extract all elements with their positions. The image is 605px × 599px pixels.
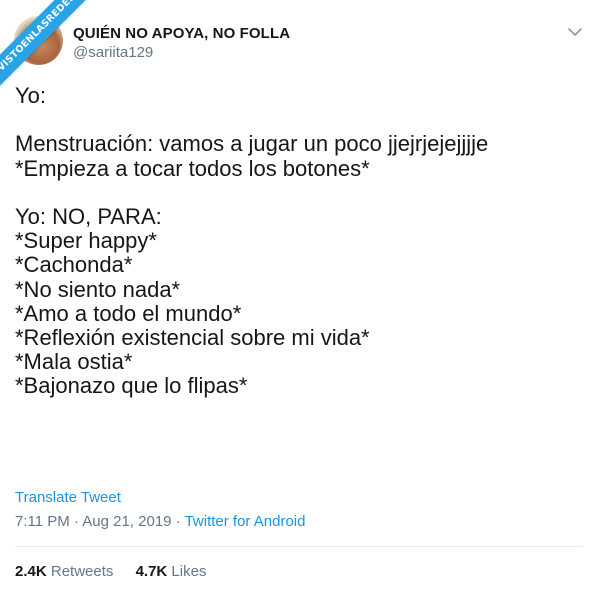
meta-separator: ·	[69, 513, 83, 530]
tweet-line: *Mala ostia*	[15, 349, 133, 375]
tweet-line	[15, 181, 585, 205]
retweets-label: Retweets	[50, 563, 114, 580]
divider	[15, 546, 583, 547]
tweet-text: Yo: Menstruación: vamos a jugar un poco …	[15, 83, 585, 399]
likes-label: Likes	[171, 563, 207, 580]
tweet-line: *Super happy*	[15, 228, 157, 254]
likes-stat[interactable]: 4.7K Likes	[136, 563, 207, 580]
tweet-line: Menstruación: vamos a jugar un poco jjej…	[15, 131, 489, 157]
retweets-count: 2.4K	[15, 563, 47, 580]
tweet-line: *Amo a todo el mundo*	[15, 300, 242, 326]
tweet-card: VISTOENLASREDES QUIÉN NO APOYA, NO FOLLA…	[0, 0, 605, 599]
translate-tweet-link[interactable]: Translate Tweet	[15, 489, 121, 506]
tweet-date[interactable]: Aug 21, 2019	[82, 513, 171, 530]
meta-separator: ·	[171, 513, 185, 530]
tweet-line: *Bajonazo que lo flipas*	[15, 373, 248, 399]
tweet-line: *Cachonda*	[15, 252, 133, 278]
tweet-time[interactable]: 7:11 PM	[15, 513, 70, 530]
author-handle[interactable]: @sariita129	[73, 44, 153, 61]
tweet-line: *Empieza a tocar todos los botones*	[15, 155, 370, 181]
chevron-down-icon[interactable]	[567, 24, 583, 40]
tweet-line	[15, 108, 585, 132]
tweet-source-link[interactable]: Twitter for Android	[185, 513, 306, 530]
tweet-meta: 7:11 PM · Aug 21, 2019 · Twitter for And…	[15, 513, 305, 530]
tweet-line: *No siento nada*	[15, 276, 181, 302]
tweet-line: Yo: NO, PARA:	[15, 203, 162, 229]
likes-count: 4.7K	[135, 563, 168, 580]
retweets-stat[interactable]: 2.4K Retweets	[15, 563, 113, 580]
tweet-line: Yo:	[15, 83, 47, 108]
tweet-line: *Reflexión existencial sobre mi vida*	[15, 324, 370, 350]
tweet-stats: 2.4K Retweets 4.7K Likes	[15, 563, 224, 580]
author-name[interactable]: QUIÉN NO APOYA, NO FOLLA	[73, 25, 290, 42]
